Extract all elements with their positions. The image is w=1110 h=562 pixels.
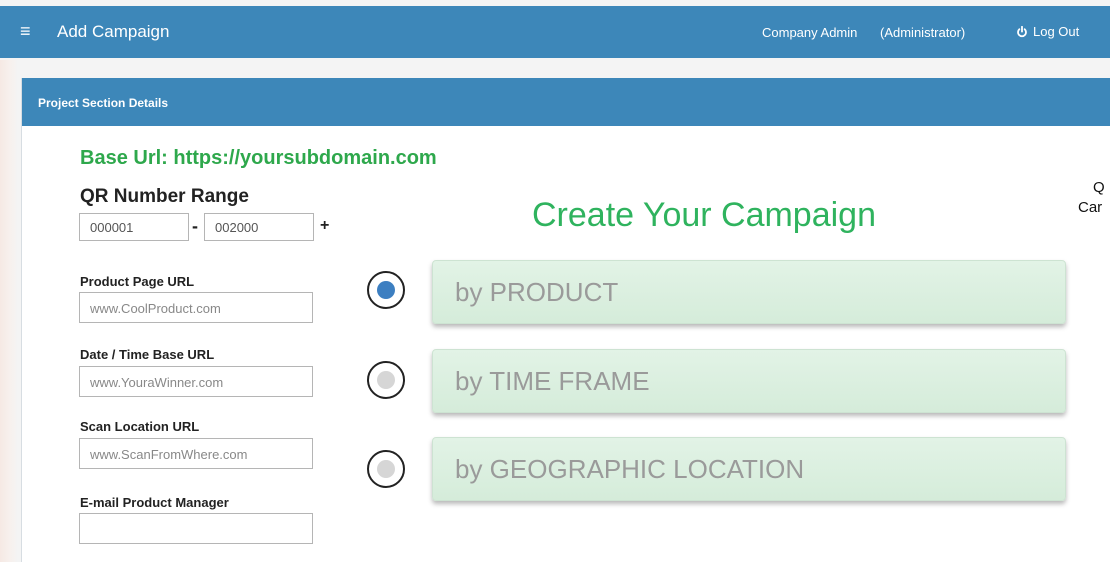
project-section-panel: Project Section Details Base Url: https:…	[21, 78, 1110, 562]
left-decoration	[0, 60, 18, 562]
base-url-text: Base Url: https://yoursubdomain.com	[80, 147, 437, 169]
radio-dot	[377, 281, 395, 299]
add-range-button[interactable]: +	[320, 217, 329, 235]
option-by-geographic-location[interactable]: by GEOGRAPHIC LOCATION	[432, 437, 1066, 501]
radio-by-product[interactable]	[367, 271, 405, 309]
option-by-time-frame[interactable]: by TIME FRAME	[432, 349, 1066, 413]
radio-by-time-frame[interactable]	[367, 361, 405, 399]
product-url-input[interactable]: www.CoolProduct.com	[79, 292, 313, 323]
qr-range-title: QR Number Range	[80, 186, 249, 207]
radio-by-geographic-location[interactable]	[367, 450, 405, 488]
product-url-label: Product Page URL	[80, 274, 195, 289]
power-icon	[1016, 25, 1028, 38]
email-input[interactable]	[79, 513, 313, 544]
create-campaign-title: Create Your Campaign	[532, 196, 877, 234]
radio-dot	[377, 460, 395, 478]
user-name[interactable]: Company Admin	[762, 25, 857, 40]
logout-label: Log Out	[1033, 24, 1080, 39]
top-navbar: ≡ Add Campaign Company Admin (Administra…	[0, 6, 1110, 58]
qr-range-dash: -	[192, 216, 198, 236]
qr-start-input[interactable]: 000001	[79, 213, 189, 241]
email-label: E-mail Product Manager	[80, 495, 229, 510]
qr-end-input[interactable]: 002000	[204, 213, 314, 241]
datetime-url-label: Date / Time Base URL	[80, 347, 215, 362]
scan-url-input[interactable]: www.ScanFromWhere.com	[79, 438, 313, 469]
logout-button[interactable]: Log Out	[1016, 24, 1079, 39]
page-title: Add Campaign	[57, 22, 170, 41]
datetime-url-input[interactable]: www.YouraWinner.com	[79, 366, 313, 397]
scan-url-label: Scan Location URL	[80, 419, 200, 434]
panel-header: Project Section Details	[22, 78, 1110, 126]
panel-header-title: Project Section Details	[38, 96, 169, 110]
option-by-product[interactable]: by PRODUCT	[432, 260, 1066, 324]
clipped-text-line2: Car	[1078, 199, 1103, 216]
hamburger-menu-icon[interactable]: ≡	[20, 21, 31, 42]
user-role: (Administrator)	[880, 25, 966, 40]
clipped-text-line1: Q	[1093, 179, 1105, 196]
radio-dot	[377, 371, 395, 389]
